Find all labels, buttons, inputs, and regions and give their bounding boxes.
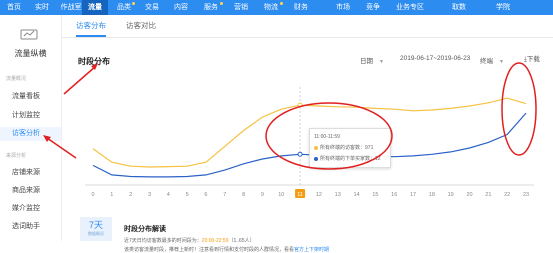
x-tick-label: 7 bbox=[223, 192, 226, 198]
x-tick-label: 0 bbox=[91, 192, 94, 198]
x-tick-label: 12 bbox=[316, 192, 322, 198]
chart-tooltip: 11:00-11:59 所有终端的访客数：971 所有终端的下单买家数：12 bbox=[309, 128, 391, 168]
x-tick-label: 11 bbox=[297, 192, 303, 198]
nav-item-8[interactable]: 营销 bbox=[228, 0, 254, 15]
tooltip-line-visitors: 所有终端的访客数：971 bbox=[314, 144, 373, 151]
x-tick-label: 19 bbox=[448, 192, 454, 198]
sidebar-item-product-source[interactable]: 商品来源 bbox=[0, 184, 61, 198]
sidebar-section-source: 来源分析 bbox=[6, 153, 27, 159]
interpretation-text-2: 该类访客流量时段，推荐上新时！注意看到行情和支付时段的人群情况，看看官方上下架时… bbox=[124, 247, 330, 253]
traffic-logo-icon bbox=[20, 29, 38, 40]
interpretation-title: 时段分布解读 bbox=[124, 226, 166, 233]
nav-badge-dot bbox=[220, 2, 223, 5]
nav-item-1[interactable]: 实时 bbox=[30, 0, 54, 15]
x-tick-label: 14 bbox=[354, 192, 360, 198]
x-tick-label: 10 bbox=[278, 192, 284, 198]
nav-item-10[interactable]: 财务 bbox=[288, 0, 314, 15]
legend-swatch bbox=[314, 145, 318, 150]
shelf-time-link[interactable]: 官方上下架时期 bbox=[294, 247, 329, 253]
tooltip-line-buyers: 所有终端的下单买家数：12 bbox=[314, 155, 381, 162]
x-tick-label: 9 bbox=[261, 192, 264, 198]
nav-item-0[interactable]: 首页 bbox=[2, 0, 26, 15]
nav-item-6[interactable]: 内容 bbox=[168, 0, 194, 15]
x-tick-label: 22 bbox=[504, 192, 510, 198]
nav-item-2[interactable]: 作战室 bbox=[58, 0, 84, 15]
nav-item-5[interactable]: 交易 bbox=[140, 0, 164, 15]
x-tick-label: 3 bbox=[148, 192, 151, 198]
x-tick-label: 18 bbox=[429, 192, 435, 198]
summary-card-label: 数据概况 bbox=[88, 231, 104, 236]
x-tick-label: 1 bbox=[110, 192, 113, 198]
nav-item-13[interactable]: 业务专区 bbox=[390, 0, 430, 15]
sidebar-title: 流量纵横 bbox=[14, 49, 47, 58]
main-content: 访客分布 访客对比 时段分布 日期 ▼ 2019-06-17~2019-06-23… bbox=[62, 15, 553, 253]
x-tick-label: 21 bbox=[485, 192, 491, 198]
x-tick-label: 17 bbox=[410, 192, 416, 198]
legend-swatch bbox=[314, 156, 318, 161]
x-tick-label: 20 bbox=[466, 192, 472, 198]
x-tick-label: 5 bbox=[186, 192, 189, 198]
time-distribution-chart: 0 1 2 3 4 5 6 7 8 9 10 11 12 13 14 15 16 17 18 19 20 21 22 23 bbox=[85, 87, 534, 198]
x-tick-label: 15 bbox=[372, 192, 378, 198]
x-tick-label: 4 bbox=[167, 192, 170, 198]
x-tick-label: 13 bbox=[335, 192, 341, 198]
sidebar-item-shop-source[interactable]: 店铺来源 bbox=[0, 166, 61, 180]
nav-badge-dot bbox=[280, 2, 283, 5]
sidebar-item-plan-monitor[interactable]: 计划监控 bbox=[0, 109, 61, 123]
sidebar-item-keyword-helper[interactable]: 选词助手 bbox=[0, 220, 61, 234]
sidebar-item-visitor-analysis[interactable]: 访客分析 bbox=[0, 127, 61, 141]
nav-item-3[interactable]: 流量 bbox=[82, 0, 108, 15]
tooltip-time: 11:00-11:59 bbox=[314, 134, 340, 140]
nav-item-12[interactable]: 竞争 bbox=[360, 0, 386, 15]
x-tick-label: 6 bbox=[204, 192, 207, 198]
nav-item-15[interactable]: 学院 bbox=[490, 0, 516, 15]
sidebar-item-traffic-board[interactable]: 流量看板 bbox=[0, 90, 61, 104]
x-tick-label: 23 bbox=[523, 192, 529, 198]
summary-card: 7天 数据概况 bbox=[80, 217, 112, 241]
series-point-0 bbox=[297, 102, 303, 108]
nav-item-11[interactable]: 市场 bbox=[330, 0, 356, 15]
top-navigation: 首页 实时 作战室 流量 品类 交易 内容 服务 营销 物流 财务 市场 竞争 业务专区 取数 学院 bbox=[0, 0, 553, 15]
x-tick-label: 16 bbox=[391, 192, 397, 198]
nav-badge-dot bbox=[132, 2, 135, 5]
nav-item-14[interactable]: 取数 bbox=[446, 0, 472, 15]
summary-card-value: 7天 bbox=[88, 220, 103, 230]
series-point-1 bbox=[297, 151, 303, 157]
sidebar-item-media-monitor[interactable]: 媒介监控 bbox=[0, 202, 61, 216]
x-tick-label: 8 bbox=[242, 192, 245, 198]
x-tick-label: 2 bbox=[129, 192, 132, 198]
sidebar: 流量纵横 流量概况 流量看板 计划监控 访客分析 来源分析 店铺来源 商品来源 … bbox=[0, 15, 62, 241]
sidebar-section-overview: 流量概况 bbox=[6, 76, 27, 82]
